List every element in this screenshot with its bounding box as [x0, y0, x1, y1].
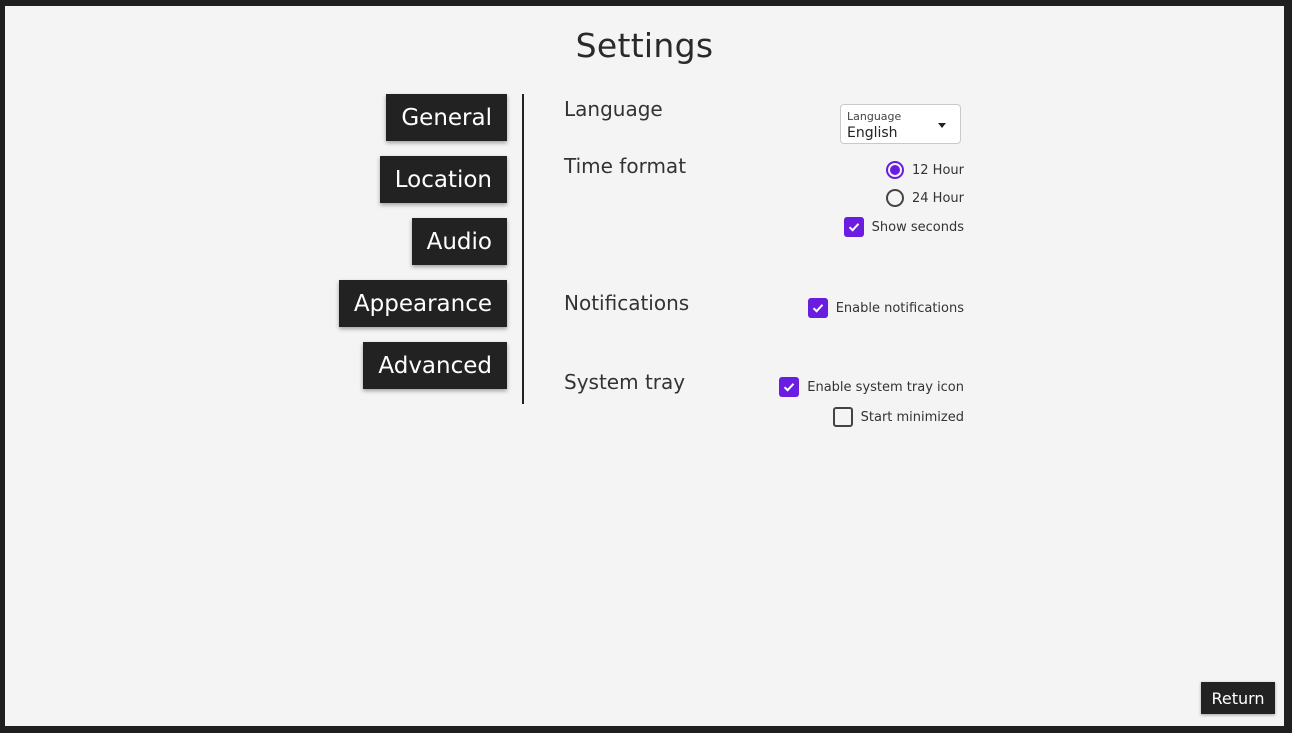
enable-notifications-checkbox[interactable]: Enable notifications [807, 298, 964, 318]
start-minimized-label: Start minimized [860, 409, 964, 425]
language-select[interactable]: Language English [840, 104, 961, 144]
settings-nav: General Location Audio Appearance Advanc… [338, 94, 507, 389]
show-seconds-label: Show seconds [871, 219, 964, 235]
enable-tray-icon-checkbox[interactable]: Enable system tray icon [779, 377, 964, 397]
nav-location-button[interactable]: Location [379, 156, 507, 203]
nav-general-button[interactable]: General [386, 94, 507, 141]
page-title: Settings [575, 26, 714, 65]
radio-unselected-icon[interactable] [886, 189, 904, 207]
system-tray-label: System tray [564, 370, 686, 394]
enable-notifications-label: Enable notifications [835, 300, 964, 316]
checkbox-checked-icon[interactable] [807, 298, 828, 318]
enable-tray-icon-label: Enable system tray icon [807, 379, 964, 395]
language-select-value: English [847, 125, 898, 141]
language-select-caption: Language [847, 110, 902, 123]
show-seconds-checkbox[interactable]: Show seconds [843, 217, 964, 237]
checkbox-checked-icon[interactable] [779, 377, 800, 397]
radio-selected-icon[interactable] [886, 161, 904, 179]
radio-12-hour-label: 12 Hour [912, 162, 964, 178]
language-label: Language [564, 97, 663, 121]
nav-audio-button[interactable]: Audio [411, 218, 507, 265]
radio-24-hour-label: 24 Hour [912, 190, 964, 206]
chevron-down-icon [938, 123, 946, 128]
nav-appearance-button[interactable]: Appearance [338, 280, 507, 327]
nav-divider [522, 94, 524, 404]
time-format-label: Time format [564, 154, 687, 178]
radio-24-hour[interactable]: 24 Hour [886, 189, 964, 207]
return-button[interactable]: Return [1201, 682, 1275, 714]
settings-window: Settings General Location Audio Appearan… [5, 6, 1284, 726]
notifications-label: Notifications [564, 291, 690, 315]
checkbox-checked-icon[interactable] [843, 217, 864, 237]
radio-12-hour[interactable]: 12 Hour [886, 161, 964, 179]
nav-advanced-button[interactable]: Advanced [363, 342, 507, 389]
checkbox-unchecked-icon[interactable] [832, 407, 853, 427]
start-minimized-checkbox[interactable]: Start minimized [832, 407, 964, 427]
